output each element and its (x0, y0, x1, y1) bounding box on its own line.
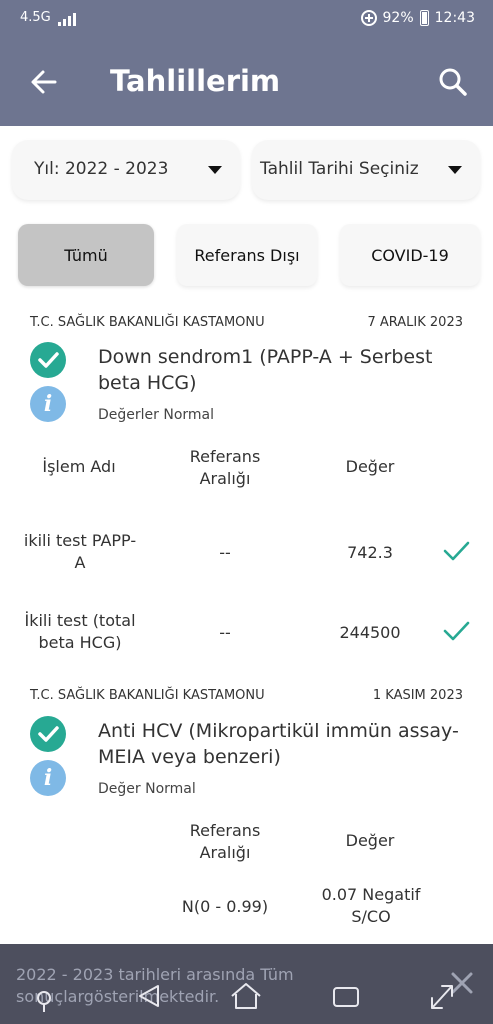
data-saver-icon (360, 10, 377, 26)
info-icon[interactable]: i (30, 386, 66, 422)
back-triangle-icon[interactable] (132, 978, 168, 1014)
row-reference: N(0 - 0.99) (181, 897, 269, 916)
status-bar: 4.5G 92% 12:43 (0, 0, 493, 40)
column-header-reference: Referans Aralığı (189, 821, 261, 862)
check-icon (443, 541, 470, 561)
network-type: 4.5G (20, 10, 51, 25)
tab-out-of-reference[interactable]: Referans Dışı (177, 224, 317, 286)
system-nav-bar (0, 968, 493, 1024)
year-dropdown[interactable]: Yıl: 2022 - 2023 (12, 140, 240, 200)
check-circle-icon (30, 342, 66, 378)
check-icon (443, 621, 470, 641)
row-value: 742.3 (347, 543, 393, 562)
caret-down-icon (208, 166, 222, 174)
column-header-value: Değer (345, 457, 395, 476)
institution-name: T.C. SAĞLIK BAKANLIĞI KASTAMONU (30, 315, 265, 330)
column-header-name: İşlem Adı (42, 457, 116, 476)
test-status: Değerler Normal (98, 407, 215, 423)
row-reference: -- (219, 543, 231, 562)
row-reference: -- (219, 623, 231, 642)
signal-icon (58, 13, 76, 26)
row-test-name: İkili test (total beta HCG) (24, 611, 136, 652)
caret-down-icon (448, 166, 462, 174)
app-bar: Tahlillerim (0, 40, 493, 126)
column-header-reference: Referans Aralığı (189, 447, 261, 488)
search-icon[interactable] (437, 66, 469, 98)
row-value: 244500 (339, 623, 401, 642)
test-date-dropdown[interactable]: Tahlil Tarihi Seçiniz (252, 140, 480, 200)
info-icon[interactable]: i (30, 760, 66, 796)
column-header-value: Değer (345, 831, 395, 850)
result-date: 1 KASIM 2023 (372, 688, 463, 703)
result-date: 7 ARALIK 2023 (367, 315, 463, 330)
test-name[interactable]: Anti HCV (Mikropartikül immün assay-MEIA… (98, 718, 468, 770)
expand-icon[interactable] (424, 978, 460, 1014)
test-status: Değer Normal (98, 781, 196, 797)
battery-percent: 92% (382, 10, 414, 26)
row-value: 0.07 Negatif S/CO (321, 885, 421, 926)
clock: 12:43 (434, 10, 475, 26)
recent-apps-icon[interactable] (328, 978, 364, 1014)
home-icon[interactable] (228, 978, 264, 1014)
institution-name: T.C. SAĞLIK BAKANLIĞI KASTAMONU (30, 688, 265, 703)
row-test-name: ikili test PAPP-A (23, 531, 137, 572)
page-title: Tahlillerim (110, 64, 281, 98)
check-circle-icon (30, 716, 66, 752)
battery-icon (419, 10, 429, 26)
tab-covid19[interactable]: COVID-19 (340, 224, 480, 286)
circle-dot-icon[interactable] (26, 978, 62, 1014)
back-arrow-icon[interactable] (28, 66, 60, 98)
test-name[interactable]: Down sendrom1 (PAPP-A + Serbest beta HCG… (98, 344, 468, 396)
tab-all[interactable]: Tümü (18, 224, 154, 286)
